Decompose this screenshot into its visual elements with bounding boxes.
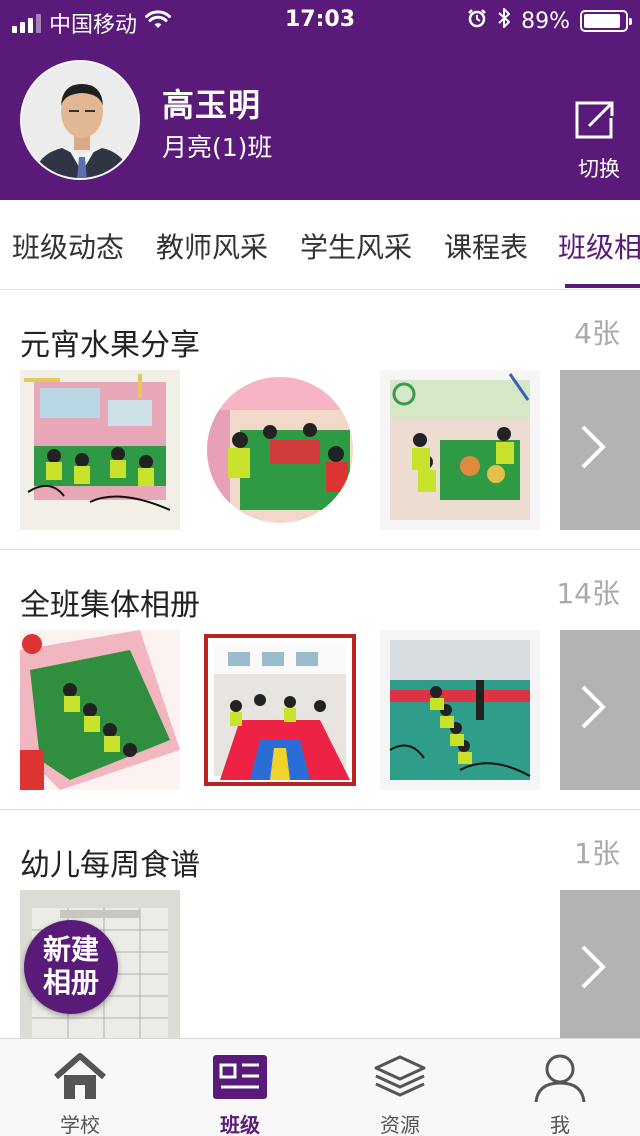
avatar[interactable] [20,60,140,180]
tab-schedule[interactable]: 课程表 [444,226,528,266]
tab-class-album[interactable]: 班级相 [558,226,640,266]
album-photo[interactable] [380,370,540,530]
nav-label: 班级 [220,1113,260,1136]
new-album-label-line2: 相册 [42,966,99,999]
status-bar: 中国移动 17:03 89% [0,0,640,40]
bluetooth-icon [497,7,511,35]
nav-item-class[interactable]: 班级 [160,1039,320,1136]
tab-class-news[interactable]: 班级动态 [12,226,124,266]
profile-header: 中国移动 17:03 89% 高玉明 月亮(1)班 切换 [0,0,640,200]
album-count: 4张 [574,317,620,350]
active-tab-indicator [565,284,640,288]
nav-item-me[interactable]: 我 [480,1039,640,1136]
battery-icon [580,10,632,32]
layers-icon [372,1051,428,1103]
tab-student-showcase[interactable]: 学生风采 [300,226,412,266]
album-title: 幼儿每周食谱 [20,848,200,883]
user-name: 高玉明 [162,86,262,124]
album-count: 1张 [574,837,620,870]
nav-label: 学校 [60,1113,100,1136]
nav-label: 资源 [380,1113,420,1136]
album-section[interactable]: 元宵水果分享 4张 [0,290,640,550]
person-icon [532,1051,588,1103]
tab-bar: 班级动态 教师风采 学生风采 课程表 班级相 [0,200,640,290]
album-title: 元宵水果分享 [20,328,200,363]
switch-button[interactable] [570,100,620,140]
nav-item-resources[interactable]: 资源 [320,1039,480,1136]
class-icon [212,1051,268,1103]
album-section[interactable]: 全班集体相册 14张 [0,550,640,810]
alarm-icon [467,8,487,34]
nav-label: 我 [550,1113,570,1136]
album-photo[interactable] [20,370,180,530]
new-album-button[interactable]: 新建 相册 [24,920,118,1014]
new-album-label-line1: 新建 [42,933,99,966]
bottom-nav: 学校 班级 资源 我 [0,1038,640,1136]
album-count: 14张 [556,577,620,610]
nav-item-school[interactable]: 学校 [0,1039,160,1136]
album-photo[interactable] [200,370,360,530]
album-more-button[interactable] [560,630,640,790]
album-more-button[interactable] [560,890,640,1050]
album-photo[interactable] [380,630,540,790]
home-icon [52,1051,108,1103]
album-photo[interactable] [20,630,180,790]
album-photo[interactable] [200,630,360,790]
album-title: 全班集体相册 [20,588,200,623]
album-more-button[interactable] [560,370,640,530]
battery-percent: 89% [521,8,570,34]
switch-label[interactable]: 切换 [578,153,620,183]
tab-teacher-showcase[interactable]: 教师风采 [156,226,268,266]
switch-icon [570,100,620,140]
user-class: 月亮(1)班 [162,133,273,162]
